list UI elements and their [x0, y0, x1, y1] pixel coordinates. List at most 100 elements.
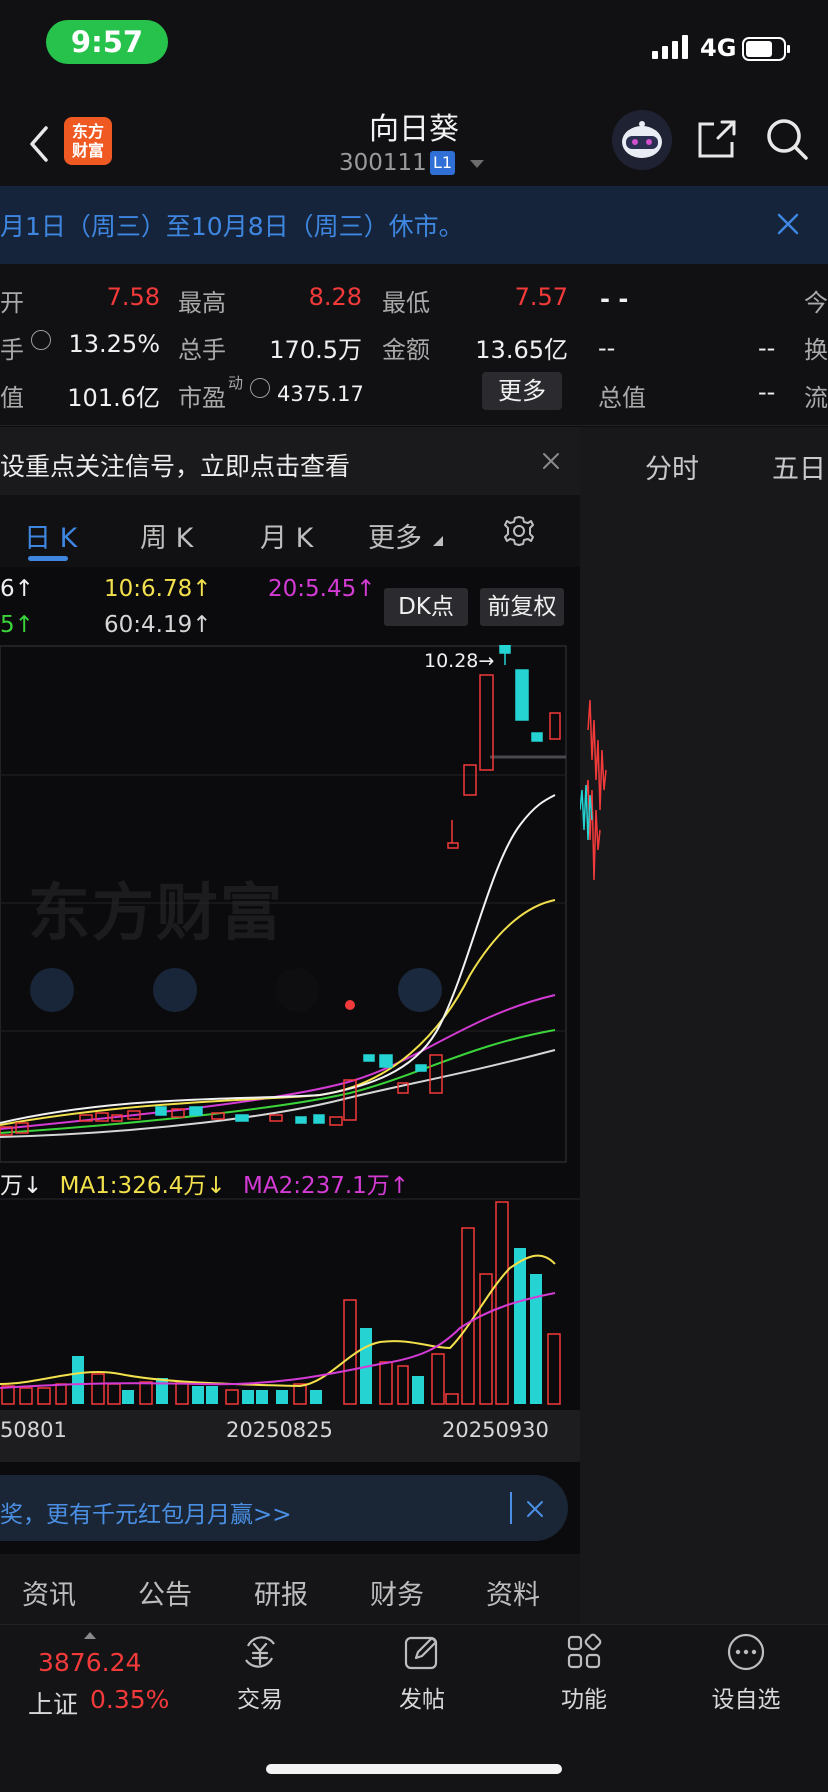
gear-icon[interactable]	[502, 514, 536, 548]
stock-code: 300111	[339, 150, 427, 176]
open-label: 开	[0, 289, 24, 317]
vol-ma1-legend: MA1:326.4万↓	[59, 1173, 226, 1199]
date-tick: 20250930	[442, 1418, 549, 1442]
date-tick: 20250825	[226, 1418, 333, 1442]
tab-research[interactable]: 研报	[254, 1573, 308, 1612]
right-dash-2: --	[758, 334, 776, 362]
close-icon[interactable]	[526, 1500, 544, 1518]
nav-post[interactable]: 发帖	[372, 1632, 472, 1714]
robot-assistant-icon[interactable]	[612, 110, 672, 170]
open-value: 7.58	[106, 283, 160, 311]
high-label: 最高	[178, 289, 226, 317]
more-quote-button[interactable]: 更多	[482, 372, 562, 410]
notice-text[interactable]: 月1日（周三）至10月8日（周三）休市。	[0, 207, 464, 243]
active-tab-indicator	[28, 556, 68, 561]
back-arrow-icon[interactable]	[22, 120, 58, 168]
signal-strength-icon	[652, 35, 688, 59]
market-cap-value: 101.6亿	[67, 384, 160, 412]
app-logo[interactable]: 东方 财富	[64, 117, 112, 165]
close-icon[interactable]	[542, 452, 560, 470]
signal-text[interactable]: 设重点关注信号，立即点击查看	[0, 447, 350, 483]
index-change: 0.35%	[90, 1685, 170, 1714]
edit-icon	[404, 1636, 438, 1670]
turnover-value: 13.25%	[68, 330, 160, 358]
nav-trade[interactable]: 交易	[210, 1632, 310, 1714]
tab-intraday[interactable]: 分时	[645, 447, 699, 486]
pe-value: 4375.17	[277, 382, 364, 406]
info-icon[interactable]	[250, 378, 270, 398]
nav-functions-label: 功能	[561, 1687, 607, 1713]
promo-text[interactable]: 奖，更有千元红包月月赢>>	[0, 1495, 292, 1529]
dk-point-button[interactable]: DK点	[384, 588, 468, 626]
logo-line-2: 财富	[71, 141, 104, 160]
volume-legend: 万↓ MA1:326.4万↓ MA2:237.1万↑	[0, 1166, 409, 1200]
nav-add-watchlist[interactable]: 设自选	[696, 1632, 796, 1714]
up-candles	[0, 674, 561, 1136]
tab-day-k[interactable]: 日 K	[24, 516, 77, 555]
event-marker[interactable]	[345, 1000, 355, 1010]
network-label: 4G	[700, 34, 737, 62]
high-value: 8.28	[308, 283, 362, 311]
tab-profile[interactable]: 资料	[486, 1573, 540, 1612]
intraday-panel	[580, 427, 828, 1627]
tab-month-k[interactable]: 月 K	[260, 516, 313, 555]
right-today-label: 今	[804, 289, 828, 317]
amount-value: 13.65亿	[475, 336, 568, 364]
index-value[interactable]: 3876.24	[38, 1648, 141, 1677]
tab-more[interactable]: 更多	[368, 516, 422, 555]
tab-news[interactable]: 资讯	[22, 1573, 76, 1612]
tab-five-day[interactable]: 五日	[772, 447, 826, 486]
status-time: 9:57	[46, 20, 168, 64]
pe-sup-label: 动	[228, 374, 244, 392]
home-indicator[interactable]	[266, 1764, 562, 1774]
vol-ma2-legend: MA2:237.1万↑	[242, 1173, 410, 1199]
right-dash-1: --	[598, 334, 616, 362]
level-badge[interactable]: L1	[430, 151, 455, 175]
market-cap-label: 值	[0, 384, 24, 412]
right-turnover-label: 换	[804, 336, 828, 364]
low-label: 最低	[382, 289, 430, 317]
turnover-label: 手	[0, 336, 24, 364]
chart-prev-button[interactable]	[153, 968, 197, 1012]
caret-icon	[433, 536, 443, 546]
nav-post-label: 发帖	[399, 1687, 445, 1713]
more-dots-icon	[727, 1633, 765, 1671]
nav-trade-label: 交易	[237, 1687, 283, 1713]
tab-week-k[interactable]: 周 K	[140, 516, 193, 555]
tab-announcements[interactable]: 公告	[138, 1573, 192, 1612]
close-icon[interactable]	[774, 210, 802, 238]
share-icon[interactable]	[694, 116, 740, 162]
intraday-mini-chart	[580, 699, 607, 881]
nav-functions[interactable]: 功能	[534, 1632, 634, 1714]
logo-line-1: 东方	[71, 122, 104, 141]
chart-next-button[interactable]	[275, 968, 319, 1012]
down-candles	[155, 645, 543, 1124]
right-price-dash: - -	[600, 285, 629, 313]
chart-zoom-out-button[interactable]	[30, 968, 74, 1012]
divider	[510, 1492, 512, 1524]
ma10-legend: 10:6.78↑	[104, 576, 212, 602]
low-value: 7.57	[514, 283, 568, 311]
battery-icon	[742, 37, 790, 61]
volume-value: 170.5万	[269, 336, 362, 364]
kline-chart[interactable]	[0, 645, 580, 1165]
chart-expand-button[interactable]	[398, 968, 442, 1012]
expand-up-icon[interactable]	[84, 1632, 96, 1639]
right-flow-label: 流	[804, 384, 828, 412]
vol-legend-value: 万↓	[0, 1173, 43, 1199]
search-icon[interactable]	[764, 116, 810, 162]
right-dash-3: --	[758, 378, 776, 406]
right-total-label: 总值	[598, 384, 646, 412]
date-tick: 50801	[0, 1418, 67, 1442]
amount-label: 金额	[382, 336, 430, 364]
ma5-legend: 6↑	[0, 576, 34, 602]
ma30-legend: 5↑	[0, 612, 34, 638]
index-name: 上证	[28, 1690, 79, 1719]
tab-finance[interactable]: 财务	[370, 1573, 424, 1612]
volume-chart[interactable]	[0, 1198, 580, 1408]
chevron-down-icon[interactable]	[470, 160, 484, 168]
info-icon[interactable]	[31, 330, 51, 350]
pe-label: 市盈	[178, 384, 226, 412]
trade-icon	[245, 1636, 275, 1668]
adjust-button[interactable]: 前复权	[480, 588, 564, 626]
